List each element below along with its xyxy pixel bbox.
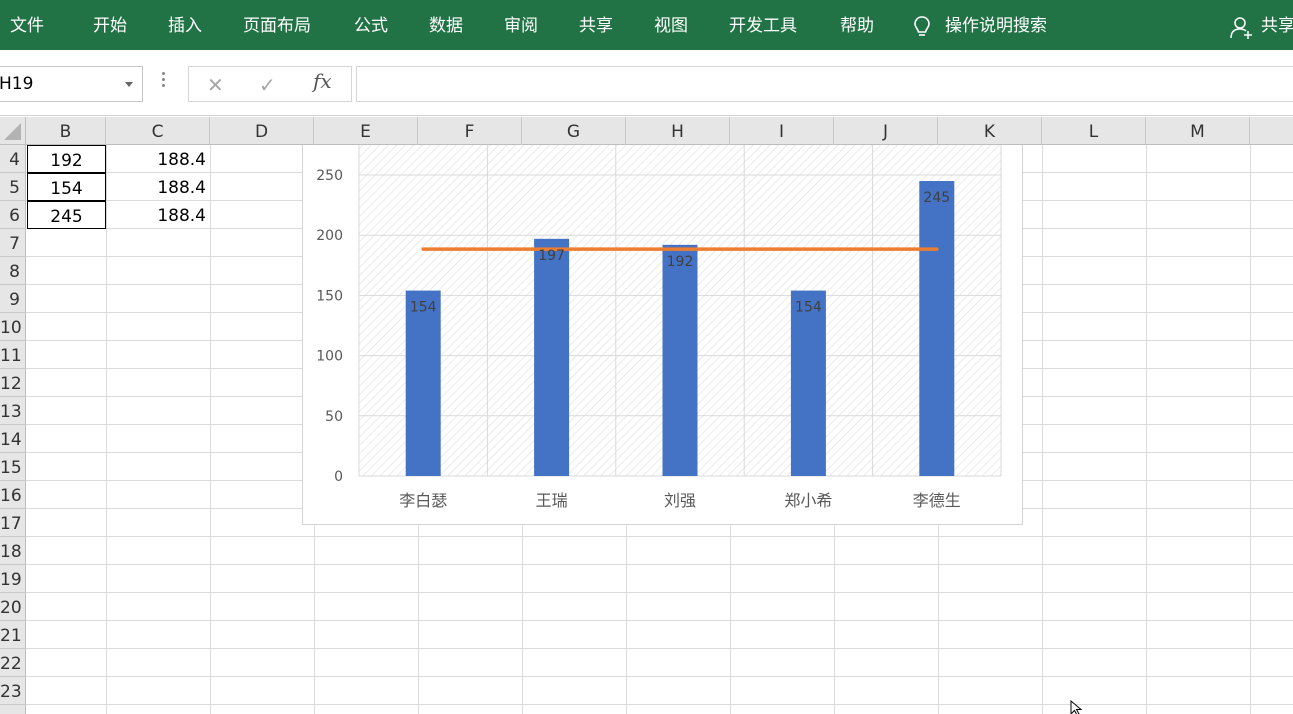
share-label: 共享 [1261,16,1293,36]
tell-me-label: 操作说明搜索 [945,16,1047,36]
mouse-cursor-icon [1070,700,1083,714]
row-header-14[interactable]: 14 [0,425,26,453]
cell-c6[interactable]: 188.4 [106,201,210,229]
column-headers: B C D E F G H I J K L M [0,117,1293,145]
chevron-down-icon[interactable] [125,82,133,87]
column-header-e[interactable]: E [314,117,418,145]
data-label: 154 [795,300,822,316]
data-label: 245 [923,190,950,206]
menu-view[interactable]: 视图 [654,14,688,38]
row-header-22[interactable]: 22 [0,649,26,677]
x-category-label: 王瑞 [536,491,568,510]
cell-c4[interactable]: 188.4 [106,145,210,173]
x-category-label: 郑小希 [784,491,832,510]
excel-window: 文件 开始 插入 页面布局 公式 数据 审阅 共享 视图 开发工具 帮助 操作说… [0,0,1293,714]
column-header-h[interactable]: H [626,117,730,145]
bar [790,290,826,476]
row-header-10[interactable]: 10 [0,313,26,341]
menu-formulas[interactable]: 公式 [354,14,388,38]
cell-b5[interactable]: 154 [27,173,106,201]
row-header-17[interactable]: 17 [0,509,26,537]
menu-data[interactable]: 数据 [429,14,463,38]
y-tick-label: 50 [325,409,343,425]
menu-developer[interactable]: 开发工具 [729,14,797,38]
column-header-d[interactable]: D [210,117,314,145]
row-header-9[interactable]: 9 [0,285,26,313]
x-category-label: 李白瑟 [399,491,447,510]
row-header-12[interactable]: 12 [0,369,26,397]
person-add-icon [1230,17,1252,39]
row-header-23[interactable]: 23 [0,677,26,705]
y-tick-label: 100 [316,349,343,365]
data-label: 192 [667,254,694,270]
row-header-5[interactable]: 5 [0,173,26,201]
row-headers: 4 5 6 7 8 9 10 11 12 13 14 15 16 17 18 19 20 21 22 23 [0,145,26,714]
row-header-16[interactable]: 16 [0,481,26,509]
row-header-19[interactable]: 19 [0,565,26,593]
formula-input[interactable] [356,66,1293,102]
name-box-value: H19 [0,74,34,94]
menu-insert[interactable]: 插入 [168,14,202,38]
menu-file[interactable]: 文件 [10,14,44,38]
column-header-j[interactable]: J [834,117,938,145]
menu-review[interactable]: 审阅 [504,14,538,38]
row-header-7[interactable]: 7 [0,229,26,257]
menu-share-tab[interactable]: 共享 [579,14,613,38]
column-header-g[interactable]: G [522,117,626,145]
column-header-m[interactable]: M [1146,117,1250,145]
row-header-20[interactable]: 20 [0,593,26,621]
x-category-label: 刘强 [664,491,696,510]
name-box[interactable]: H19 [0,66,143,102]
column-header-i[interactable]: I [730,117,834,145]
x-axis-categories: 李白瑟 王瑞 刘强 郑小希 李德生 [399,491,961,510]
cancel-icon[interactable]: ✕ [207,73,224,97]
bar-line-chart[interactable]: 154 197 192 154 245 0 50 100 150 200 250 李白瑟 王瑞 刘强 郑… [303,145,1024,525]
insert-function-icon[interactable]: fx [313,69,332,93]
row-header-6[interactable]: 6 [0,201,26,229]
menu-home[interactable]: 开始 [93,14,127,38]
cell-b4[interactable]: 192 [27,145,106,173]
y-tick-label: 250 [316,168,343,184]
y-tick-label: 150 [316,288,343,304]
chart-area[interactable]: 154 197 192 154 245 0 50 100 150 200 250 李白瑟 王瑞 刘强 郑… [302,145,1023,525]
ribbon-menu-bar: 文件 开始 插入 页面布局 公式 数据 审阅 共享 视图 开发工具 帮助 操作说… [0,0,1293,50]
column-header-k[interactable]: K [938,117,1042,145]
column-header-c[interactable]: C [106,117,210,145]
bar [534,238,570,476]
y-axis-ticks: 0 50 100 150 200 250 [316,168,343,485]
data-label: 154 [410,300,437,316]
data-label: 197 [538,248,565,264]
row-header-11[interactable]: 11 [0,341,26,369]
select-all-triangle-icon [4,123,21,140]
column-header-f[interactable]: F [418,117,522,145]
drag-handle-icon[interactable] [162,72,166,90]
bar [662,244,698,476]
menu-page-layout[interactable]: 页面布局 [243,14,311,38]
y-tick-label: 0 [334,469,343,485]
row-header-21[interactable]: 21 [0,621,26,649]
cell-b6[interactable]: 245 [27,201,106,229]
column-header-l[interactable]: L [1042,117,1146,145]
cell-c5[interactable]: 188.4 [106,173,210,201]
y-tick-label: 200 [316,228,343,244]
row-header-4[interactable]: 4 [0,145,26,173]
row-header-13[interactable]: 13 [0,397,26,425]
column-header-b[interactable]: B [26,117,106,145]
enter-icon[interactable]: ✓ [259,73,276,97]
row-header-15[interactable]: 15 [0,453,26,481]
bar [919,181,955,476]
select-all-button[interactable] [0,117,26,145]
formula-buttons: ✕ ✓ fx [188,66,352,102]
row-header-8[interactable]: 8 [0,257,26,285]
menu-help[interactable]: 帮助 [840,14,874,38]
lightbulb-icon [914,16,930,36]
row-header-18[interactable]: 18 [0,537,26,565]
bar [405,290,441,476]
formula-bar: H19 ✕ ✓ fx [0,50,1293,116]
x-category-label: 李德生 [913,491,961,510]
